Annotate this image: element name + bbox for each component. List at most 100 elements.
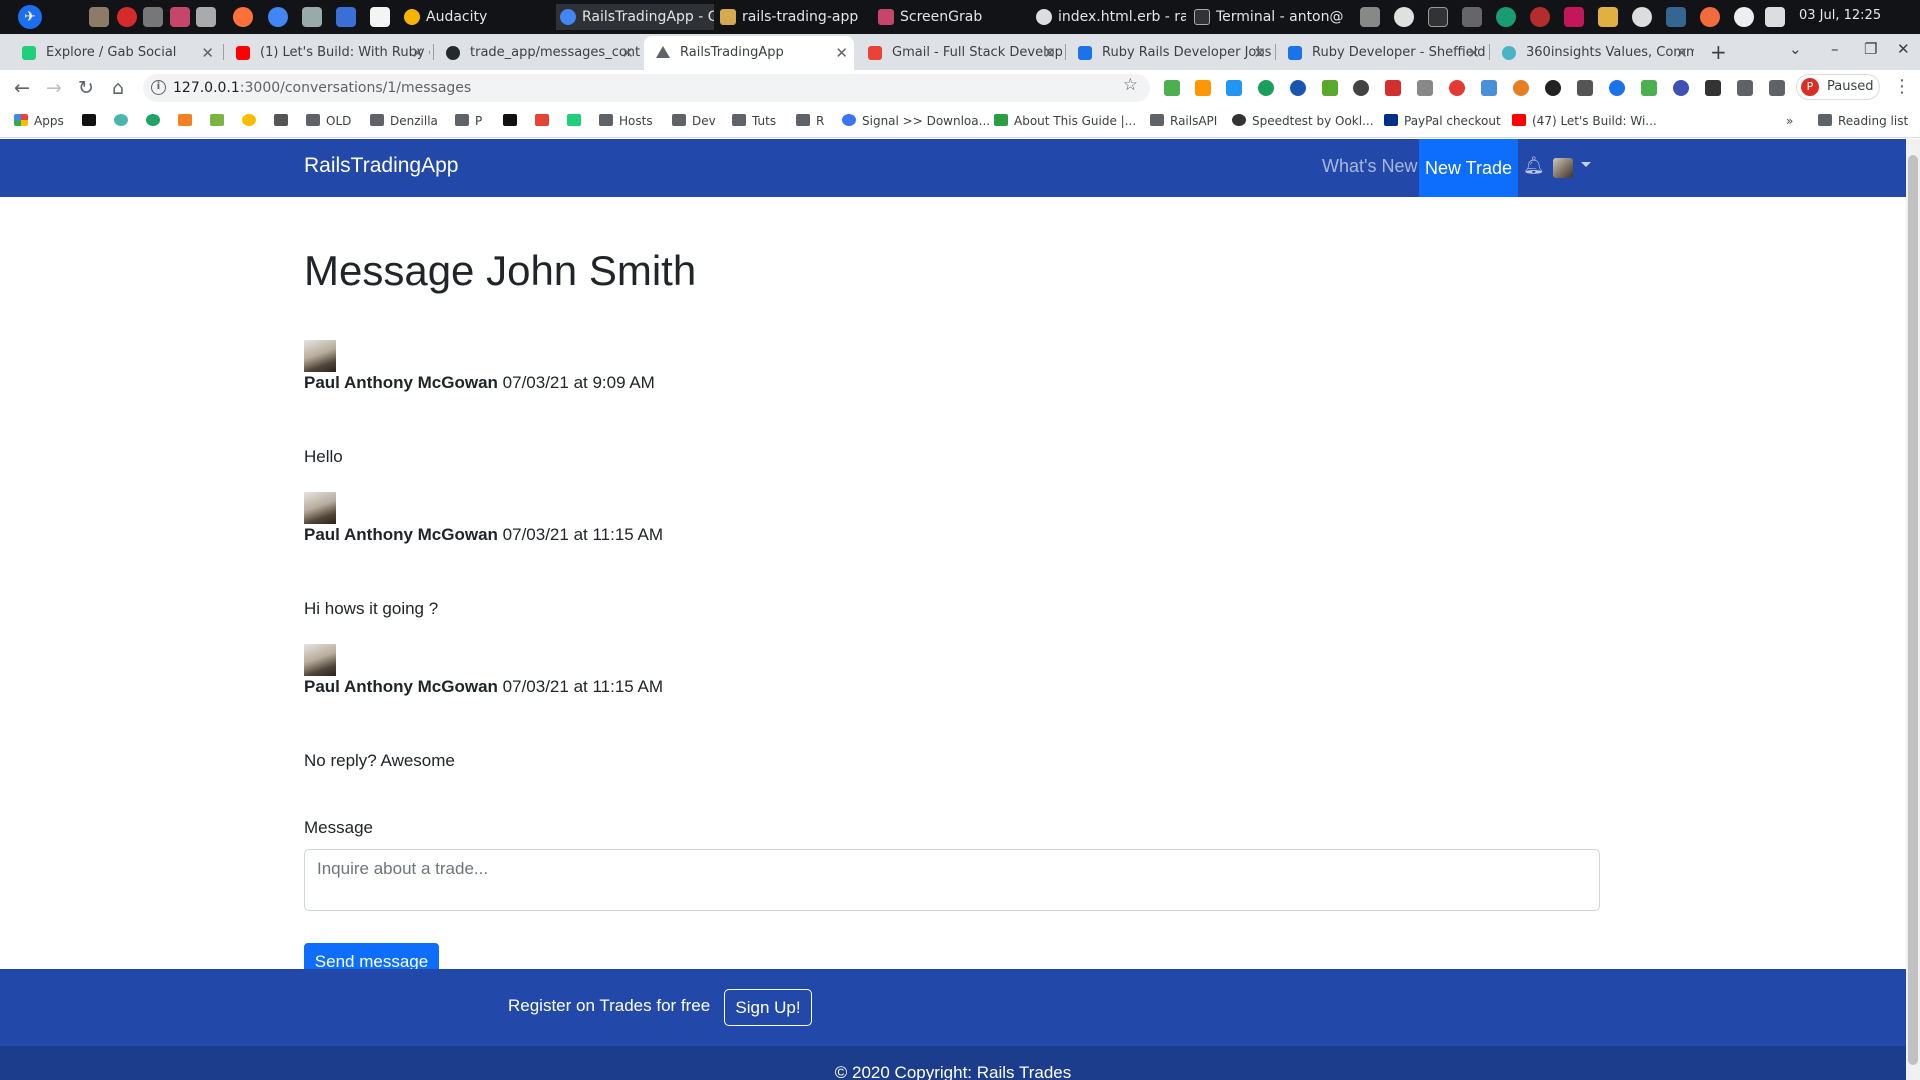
- tab-search-icon[interactable]: ⌄: [1789, 40, 1802, 58]
- reading-list-button[interactable]: Reading list: [1818, 114, 1908, 128]
- chevron-down-icon[interactable]: [1581, 162, 1591, 167]
- bookmark-icon-only[interactable]: [242, 114, 262, 128]
- reading-list-icon[interactable]: [1769, 80, 1785, 96]
- bookmark-folder-denzilla[interactable]: Denzilla: [370, 114, 438, 128]
- more-bookmarks-icon[interactable]: »: [1786, 114, 1793, 128]
- postman-icon[interactable]: [1700, 7, 1720, 27]
- close-tab-icon[interactable]: ✕: [1675, 36, 1688, 70]
- bookmark-icon-only[interactable]: [503, 114, 523, 128]
- minimize-icon[interactable]: –: [1831, 40, 1839, 58]
- bookmark-signal[interactable]: Signal >> Downloa...: [842, 114, 990, 128]
- extension-icon[interactable]: [1258, 80, 1274, 96]
- bookmark-icon-only[interactable]: [535, 114, 555, 128]
- extension-icon[interactable]: [1609, 80, 1625, 96]
- tab-gab-social[interactable]: Explore / Gab Social ✕: [10, 36, 220, 70]
- task-screengrab[interactable]: ScreenGrab: [874, 4, 1014, 30]
- vpn-icon[interactable]: [1496, 7, 1516, 27]
- back-icon[interactable]: ←: [8, 74, 36, 102]
- puzzle-icon[interactable]: [1737, 80, 1753, 96]
- extension-icon[interactable]: [1673, 80, 1689, 96]
- bookmark-speedtest[interactable]: Speedtest by Ookl...: [1232, 114, 1374, 128]
- more-menu-icon[interactable]: ⋮: [1893, 76, 1911, 97]
- page-scrollbar[interactable]: [1906, 139, 1920, 1080]
- task-folder[interactable]: rails-trading-app: [716, 4, 866, 30]
- extension-icon[interactable]: [1353, 80, 1369, 96]
- mega-icon[interactable]: [117, 7, 137, 27]
- tab-github[interactable]: trade_app/messages_contr ✕: [434, 36, 640, 70]
- extension-icon[interactable]: [1322, 80, 1338, 96]
- task-terminal[interactable]: Terminal - anton@an...: [1190, 4, 1344, 30]
- close-window-icon[interactable]: ✕: [1897, 40, 1910, 58]
- flask-icon[interactable]: [196, 7, 216, 27]
- url-text[interactable]: 127.0.0.1:3000/conversations/1/messages: [173, 74, 471, 102]
- bookmark-icon-only[interactable]: [146, 114, 166, 128]
- firefox-icon[interactable]: [233, 7, 253, 27]
- bookmark-youtube[interactable]: (47) Let's Build: Wi...: [1512, 114, 1657, 128]
- bookmark-folder-railsapi[interactable]: RailsAPI: [1150, 114, 1217, 128]
- close-tab-icon[interactable]: ✕: [1253, 36, 1266, 70]
- site-brand-link[interactable]: RailsTradingApp: [304, 154, 458, 178]
- tab-ruby-rails-jobs[interactable]: Ruby Rails Developer Jobs ✕: [1066, 36, 1272, 70]
- app-icon[interactable]: [1564, 7, 1584, 27]
- chrome-icon[interactable]: [268, 7, 288, 27]
- scrollbar-thumb[interactable]: [1908, 155, 1918, 1065]
- bookmark-icon-only[interactable]: [210, 114, 230, 128]
- whats-new-link[interactable]: What's New: [1322, 156, 1417, 177]
- bookmark-about-guide[interactable]: About This Guide |...: [994, 114, 1136, 128]
- profile-button[interactable]: P Paused: [1796, 74, 1880, 100]
- extension-icon[interactable]: [1385, 80, 1401, 96]
- extension-icon[interactable]: [1449, 80, 1465, 96]
- screenshot-icon[interactable]: [170, 7, 190, 27]
- restore-icon[interactable]: ❐: [1864, 40, 1877, 58]
- tab-360insights[interactable]: 360insights Values, Comm ✕: [1490, 36, 1694, 70]
- address-bar[interactable]: i 127.0.0.1:3000/conversations/1/message…: [143, 74, 1150, 102]
- site-info-icon[interactable]: i: [151, 80, 166, 95]
- bookmark-apps[interactable]: Apps: [14, 114, 64, 128]
- close-tab-icon[interactable]: ✕: [201, 36, 214, 70]
- message-input[interactable]: [304, 849, 1600, 911]
- avatar[interactable]: [1553, 158, 1573, 178]
- bookmark-folder-hosts[interactable]: Hosts: [599, 114, 653, 128]
- bookmark-folder-p[interactable]: P: [455, 114, 482, 128]
- reload-icon[interactable]: ↻: [72, 74, 100, 102]
- tab-gmail[interactable]: Gmail - Full Stack Develop ✕: [856, 36, 1062, 70]
- extension-icon[interactable]: [1195, 80, 1211, 96]
- extension-icon[interactable]: [1545, 80, 1561, 96]
- bookmark-icon-only[interactable]: [82, 114, 102, 128]
- extension-icon[interactable]: [1290, 80, 1306, 96]
- bookmark-folder-old[interactable]: OLD: [306, 114, 351, 128]
- bookmark-folder-dev[interactable]: Dev: [672, 114, 716, 128]
- task-chrome[interactable]: RailsTradingApp - Go...: [556, 4, 714, 30]
- extension-icon[interactable]: [1577, 80, 1593, 96]
- new-tab-icon[interactable]: +: [1710, 40, 1727, 64]
- task-editor[interactable]: index.html.erb - rails...: [1032, 4, 1186, 30]
- tab-railstradingapp[interactable]: RailsTradingApp ✕: [644, 36, 854, 70]
- tab-youtube[interactable]: (1) Let's Build: With Ruby o ✕: [224, 36, 430, 70]
- volume-icon[interactable]: [1765, 7, 1785, 27]
- extension-icon[interactable]: [1164, 80, 1180, 96]
- system-clock[interactable]: 03 Jul, 12:25: [1799, 8, 1881, 23]
- app-icon[interactable]: [336, 7, 356, 27]
- tray-icon[interactable]: [1394, 7, 1414, 27]
- ruby-icon[interactable]: [1530, 7, 1550, 27]
- extension-icon[interactable]: [1641, 80, 1657, 96]
- postgres-icon[interactable]: [1666, 7, 1686, 27]
- pop-os-logo-icon[interactable]: ✈: [18, 5, 42, 29]
- extension-icon[interactable]: [1513, 80, 1529, 96]
- close-tab-icon[interactable]: ✕: [1467, 36, 1480, 70]
- transfer-icon[interactable]: [143, 7, 163, 27]
- task-audacity[interactable]: Audacity: [400, 4, 540, 30]
- bookmark-folder-r[interactable]: R: [796, 114, 824, 128]
- bookmark-icon-only[interactable]: [567, 114, 587, 128]
- extension-icon[interactable]: [1417, 80, 1433, 96]
- bookmark-icon-only[interactable]: [114, 114, 134, 128]
- tray-icon[interactable]: [1632, 7, 1652, 27]
- new-trade-link[interactable]: New Trade: [1419, 139, 1518, 197]
- notes-icon[interactable]: [370, 7, 390, 27]
- bookmark-paypal[interactable]: PayPal checkout: [1384, 114, 1501, 128]
- files-icon[interactable]: [1360, 7, 1380, 27]
- close-tab-icon[interactable]: ✕: [621, 36, 634, 70]
- power-icon[interactable]: [1734, 7, 1754, 27]
- extension-icon[interactable]: [1481, 80, 1497, 96]
- sign-up-button[interactable]: Sign Up!: [724, 989, 812, 1026]
